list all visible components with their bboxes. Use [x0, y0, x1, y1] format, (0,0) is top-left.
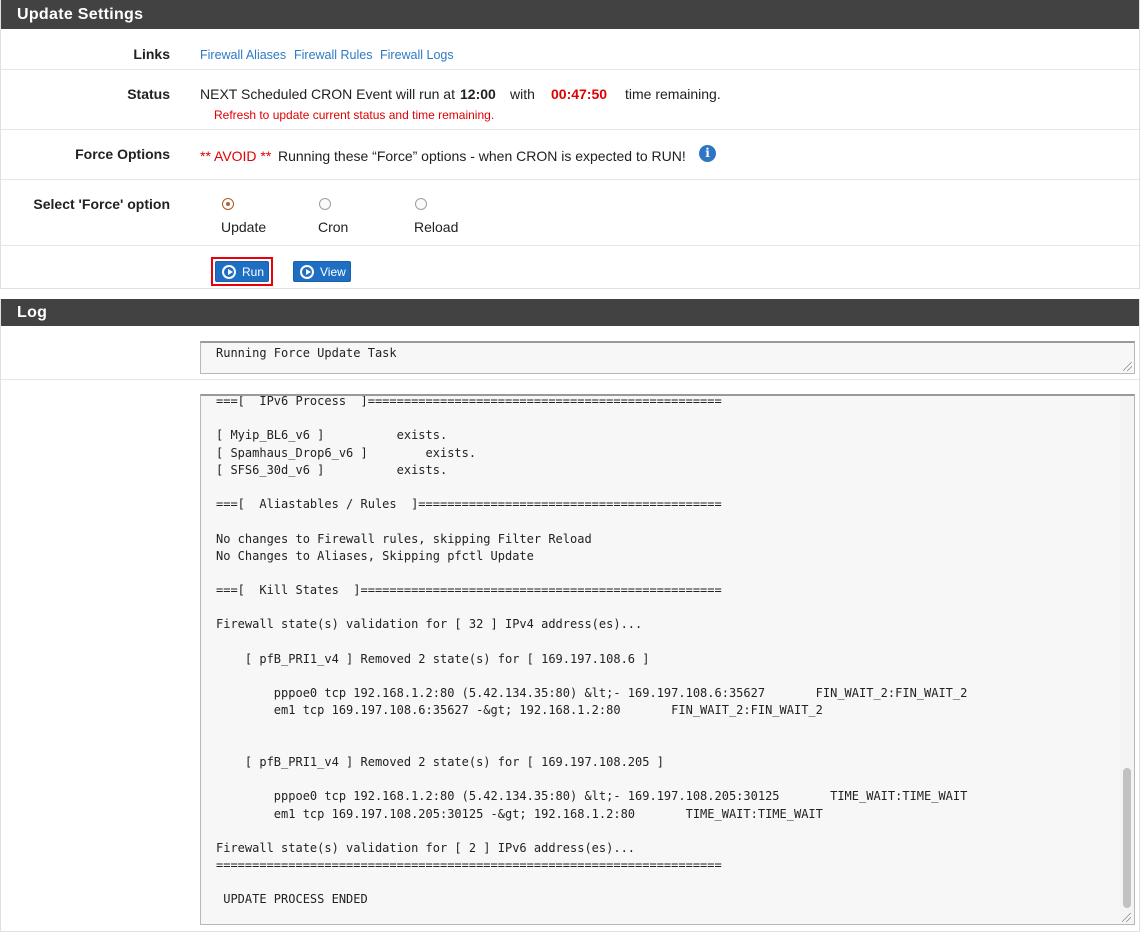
- log-scrollbar-thumb[interactable]: [1123, 768, 1131, 908]
- status-label: Status: [127, 86, 170, 102]
- task-textarea[interactable]: Running Force Update Task: [200, 341, 1135, 374]
- time-remaining: 00:47:50: [551, 86, 608, 102]
- status-prefix: NEXT Scheduled CRON Event will run at: [200, 86, 455, 102]
- log-output-row: ===[ IPv6 Process ]=====================…: [1, 380, 1141, 932]
- view-button-label: View: [320, 265, 346, 279]
- radio-reload-label: Reload: [414, 219, 459, 235]
- status-with: with: [510, 86, 535, 102]
- log-line: [ pfB_PRI1_v4 ] Removed 2 state(s) for […: [216, 754, 664, 769]
- log-line: [ Myip_BL6_v6 ] exists.: [216, 428, 448, 443]
- log-line: Firewall state(s) validation for [ 32 ] …: [216, 617, 643, 632]
- firewall-rules-link[interactable]: Firewall Rules: [294, 48, 373, 62]
- radio-cron[interactable]: Cron: [318, 198, 378, 238]
- buttons-row: Run View: [1, 246, 1141, 289]
- log-line: UPDATE PROCESS ENDED: [216, 892, 368, 907]
- log-scrollbar[interactable]: [1120, 396, 1134, 924]
- log-line: pppoe0 tcp 192.168.1.2:80 (5.42.134.35:8…: [216, 789, 968, 804]
- log-line: em1 tcp 169.197.108.6:35627 -&gt; 192.16…: [216, 703, 823, 718]
- log-line: No Changes to Aliases, Skipping pfctl Up…: [216, 548, 534, 563]
- log-line: em1 tcp 169.197.108.205:30125 -&gt; 192.…: [216, 806, 823, 821]
- log-line: [ SFS6_30d_v6 ] exists.: [216, 462, 448, 477]
- force-options-row: Force Options ** AVOID ** Running these …: [1, 130, 1141, 180]
- force-options-text: Running these “Force” options - when CRO…: [278, 148, 686, 164]
- info-icon[interactable]: i: [699, 145, 716, 162]
- update-settings-heading: Update Settings: [1, 0, 1139, 29]
- cron-time: 12:00: [460, 86, 496, 102]
- radio-update-circle[interactable]: [222, 198, 234, 210]
- force-options-label: Force Options: [75, 146, 170, 162]
- log-line: [ pfB_PRI1_v4 ] Removed 2 state(s) for […: [216, 651, 650, 666]
- select-force-row: Select 'Force' option Update Cron Reload: [1, 180, 1141, 246]
- run-button[interactable]: Run: [215, 261, 269, 282]
- log-line: No changes to Firewall rules, skipping F…: [216, 531, 592, 546]
- update-settings-panel: Update Settings Links Firewall Aliases F…: [0, 0, 1141, 289]
- task-text: Running Force Update Task: [216, 346, 397, 360]
- log-heading: Log: [1, 299, 1139, 326]
- select-force-label: Select 'Force' option: [33, 196, 170, 212]
- links-row: Links Firewall Aliases Firewall Rules Fi…: [1, 29, 1141, 70]
- avoid-warning: ** AVOID **: [200, 148, 272, 164]
- links-label: Links: [133, 46, 170, 62]
- firewall-logs-link[interactable]: Firewall Logs: [380, 48, 454, 62]
- run-button-label: Run: [242, 265, 265, 279]
- log-line: Firewall state(s) validation for [ 2 ] I…: [216, 840, 636, 855]
- log-line: ===[ Kill States ]======================…: [216, 583, 722, 598]
- status-row: Status NEXT Scheduled CRON Event will ru…: [1, 70, 1141, 130]
- log-line: [ Spamhaus_Drop6_v6 ] exists.: [216, 445, 477, 460]
- log-line: pppoe0 tcp 192.168.1.2:80 (5.42.134.35:8…: [216, 686, 968, 701]
- refresh-note: Refresh to update current status and tim…: [214, 108, 495, 122]
- radio-cron-circle[interactable]: [319, 198, 331, 210]
- log-lines: ===[ IPv6 Process ]=====================…: [216, 394, 968, 909]
- view-button[interactable]: View: [293, 261, 351, 282]
- radio-update[interactable]: Update: [221, 198, 281, 238]
- radio-cron-label: Cron: [318, 219, 349, 235]
- radio-reload-circle[interactable]: [415, 198, 427, 210]
- play-circle-icon: [300, 265, 314, 279]
- firewall-aliases-link[interactable]: Firewall Aliases: [200, 48, 286, 62]
- log-output-textarea[interactable]: ===[ IPv6 Process ]=====================…: [200, 394, 1135, 925]
- radio-update-label: Update: [221, 219, 267, 235]
- play-circle-icon: [222, 265, 236, 279]
- status-suffix: time remaining.: [625, 86, 721, 102]
- log-line: ===[ Aliastables / Rules ]==============…: [216, 497, 722, 512]
- log-line: ========================================…: [216, 858, 722, 873]
- resize-handle-icon[interactable]: [1123, 362, 1132, 371]
- radio-reload[interactable]: Reload: [414, 198, 474, 238]
- log-panel: Log Running Force Update Task ===[ IPv6 …: [0, 299, 1141, 932]
- task-row: Running Force Update Task: [1, 326, 1141, 380]
- log-line: ===[ IPv6 Process ]=====================…: [216, 394, 722, 408]
- resize-handle-icon[interactable]: [1122, 913, 1131, 922]
